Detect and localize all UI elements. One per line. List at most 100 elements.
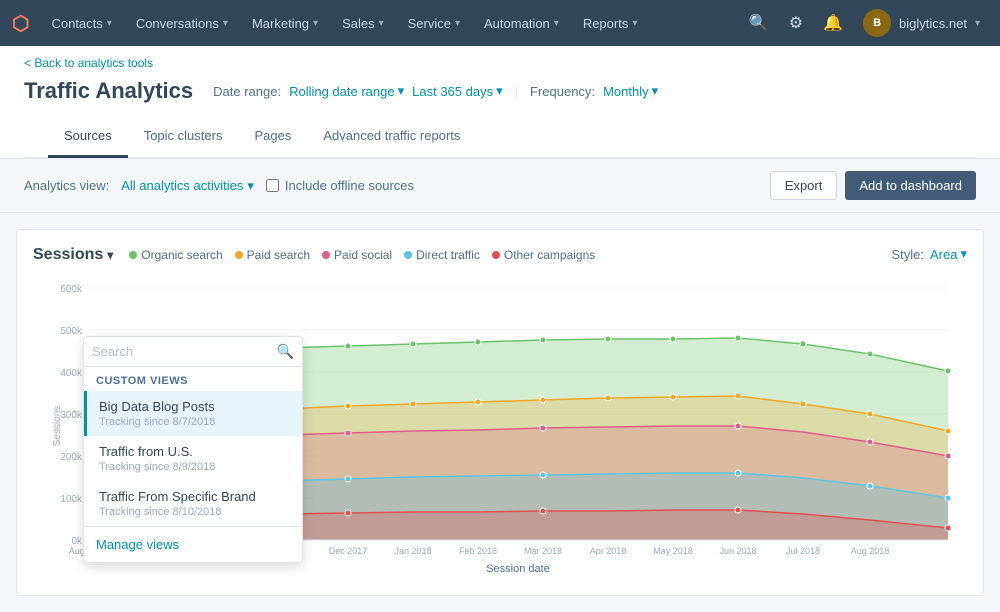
chevron-down-icon: ▾	[223, 18, 228, 29]
date-range-selector[interactable]: Rolling date range ▾	[289, 83, 404, 99]
dropdown-item-traffic-us[interactable]: Traffic from U.S. Tracking since 8/9/201…	[84, 436, 302, 481]
nav-reports[interactable]: Reports ▾	[573, 10, 648, 37]
svg-text:500k: 500k	[60, 326, 83, 337]
svg-text:Jun 2018: Jun 2018	[719, 546, 756, 556]
hubspot-logo: ⬡	[12, 11, 29, 36]
include-offline-checkbox-label[interactable]: Include offline sources	[266, 178, 414, 193]
legend-direct-traffic: Direct traffic	[404, 248, 480, 262]
analytics-toolbar: Analytics view: All analytics activities…	[0, 159, 1000, 213]
svg-text:Jan 2018: Jan 2018	[394, 546, 431, 556]
legend-paid-search: Paid search	[235, 248, 310, 262]
header-controls: Date range: Rolling date range ▾ Last 36…	[213, 83, 658, 99]
include-offline-checkbox[interactable]	[266, 179, 279, 192]
dropdown-item-title: Traffic From Specific Brand	[99, 489, 290, 504]
svg-text:Feb 2018: Feb 2018	[459, 546, 497, 556]
style-dropdown[interactable]: Area ▾	[930, 246, 967, 262]
account-name: biglytics.net	[899, 16, 967, 31]
settings-icon[interactable]: ⚙	[781, 7, 811, 39]
analytics-view-dropdown-menu: 🔍 Custom views Big Data Blog Posts Track…	[83, 336, 303, 563]
chevron-down-icon: ▾	[652, 83, 659, 99]
chevron-down-icon: ▾	[455, 18, 460, 29]
add-dashboard-button[interactable]: Add to dashboard	[845, 171, 976, 200]
notifications-icon[interactable]: 🔔	[815, 7, 851, 39]
style-selector: Style: Area ▾	[891, 246, 967, 262]
chevron-down-icon: ▾	[554, 18, 559, 29]
legend-dot	[129, 251, 137, 259]
svg-text:Dec 2017: Dec 2017	[329, 546, 368, 556]
page-header: < Back to analytics tools Traffic Analyt…	[0, 46, 1000, 159]
tab-sources[interactable]: Sources	[48, 116, 128, 158]
dropdown-item-subtitle: Tracking since 8/9/2018	[99, 461, 290, 473]
dropdown-section-label: Custom views	[84, 367, 302, 391]
tab-topic-clusters[interactable]: Topic clusters	[128, 116, 239, 158]
chevron-down-icon: ▾	[379, 18, 384, 29]
chevron-down-icon: ▾	[398, 83, 405, 99]
svg-text:100k: 100k	[60, 494, 83, 505]
svg-text:600k: 600k	[60, 284, 83, 295]
tab-advanced[interactable]: Advanced traffic reports	[307, 116, 476, 158]
chevron-down-icon: ▾	[496, 83, 503, 99]
nav-sales[interactable]: Sales ▾	[332, 10, 394, 37]
nav-conversations[interactable]: Conversations ▾	[126, 10, 238, 37]
dropdown-item-subtitle: Tracking since 8/7/2018	[99, 416, 290, 428]
svg-text:Jul 2018: Jul 2018	[786, 546, 820, 556]
export-button[interactable]: Export	[770, 171, 838, 200]
toolbar-actions: Export Add to dashboard	[770, 171, 976, 200]
legend-dot	[235, 251, 243, 259]
date-range-label: Date range:	[213, 84, 281, 99]
dropdown-items-list: Custom views Big Data Blog Posts Trackin…	[84, 367, 302, 526]
dropdown-item-subtitle: Tracking since 8/10/2018	[99, 506, 290, 518]
back-link[interactable]: < Back to analytics tools	[24, 46, 976, 70]
tab-pages[interactable]: Pages	[238, 116, 307, 158]
dropdown-search-box: 🔍	[84, 337, 302, 367]
chart-wrapper: 600k 500k 400k 300k 200k 100k 0k Session…	[33, 276, 967, 579]
avatar: B	[863, 9, 891, 37]
dropdown-item-big-data[interactable]: Big Data Blog Posts Tracking since 8/7/2…	[84, 391, 302, 436]
manage-views-link[interactable]: Manage views	[84, 526, 302, 562]
nav-marketing[interactable]: Marketing ▾	[242, 10, 328, 37]
analytics-view-dropdown[interactable]: All analytics activities ▾	[121, 178, 254, 194]
legend-paid-social: Paid social	[322, 248, 392, 262]
svg-text:200k: 200k	[60, 452, 83, 463]
legend-dot	[492, 251, 500, 259]
svg-text:300k: 300k	[60, 410, 83, 421]
dropdown-item-traffic-brand[interactable]: Traffic From Specific Brand Tracking sin…	[84, 481, 302, 526]
legend-dot	[322, 251, 330, 259]
chart-legend: Organic search Paid search Paid social D…	[129, 248, 595, 262]
svg-text:Session date: Session date	[486, 563, 550, 575]
analytics-view-label: Analytics view:	[24, 178, 109, 193]
chevron-down-icon: ▾	[975, 18, 980, 29]
page-title: Traffic Analytics	[24, 78, 193, 104]
search-icon[interactable]: 🔍	[277, 343, 294, 360]
chevron-down-icon: ▾	[107, 18, 112, 29]
search-icon[interactable]: 🔍	[741, 7, 777, 39]
chevron-down-icon: ▾	[107, 248, 113, 262]
chevron-down-icon: ▾	[960, 246, 967, 262]
chevron-down-icon: ▾	[632, 18, 637, 29]
legend-dot	[404, 251, 412, 259]
dropdown-item-title: Traffic from U.S.	[99, 444, 290, 459]
top-nav: ⬡ Contacts ▾ Conversations ▾ Marketing ▾…	[0, 0, 1000, 46]
svg-text:Mar 2018: Mar 2018	[524, 546, 562, 556]
chevron-down-icon: ▾	[313, 18, 318, 29]
frequency-selector[interactable]: Monthly ▾	[603, 83, 658, 99]
legend-other-campaigns: Other campaigns	[492, 248, 595, 262]
svg-text:Apr 2018: Apr 2018	[590, 546, 627, 556]
account-menu[interactable]: B biglytics.net ▾	[855, 5, 988, 41]
dropdown-search-input[interactable]	[92, 344, 271, 359]
chart-section: Sessions ▾ Organic search Paid search Pa…	[16, 229, 984, 596]
svg-text:Aug 2018: Aug 2018	[851, 546, 890, 556]
nav-automation[interactable]: Automation ▾	[474, 10, 569, 37]
dropdown-item-title: Big Data Blog Posts	[99, 399, 290, 414]
nav-contacts[interactable]: Contacts ▾	[41, 10, 121, 37]
chevron-down-icon: ▾	[247, 178, 254, 194]
last-days-selector[interactable]: Last 365 days ▾	[412, 83, 502, 99]
chart-header: Sessions ▾ Organic search Paid search Pa…	[33, 246, 967, 264]
svg-text:May 2018: May 2018	[653, 546, 693, 556]
nav-service[interactable]: Service ▾	[398, 10, 470, 37]
svg-text:Sessions: Sessions	[52, 406, 63, 447]
legend-organic-search: Organic search	[129, 248, 222, 262]
svg-text:400k: 400k	[60, 368, 83, 379]
tabs-bar: Sources Topic clusters Pages Advanced tr…	[24, 116, 976, 158]
sessions-dropdown[interactable]: Sessions ▾	[33, 246, 113, 264]
